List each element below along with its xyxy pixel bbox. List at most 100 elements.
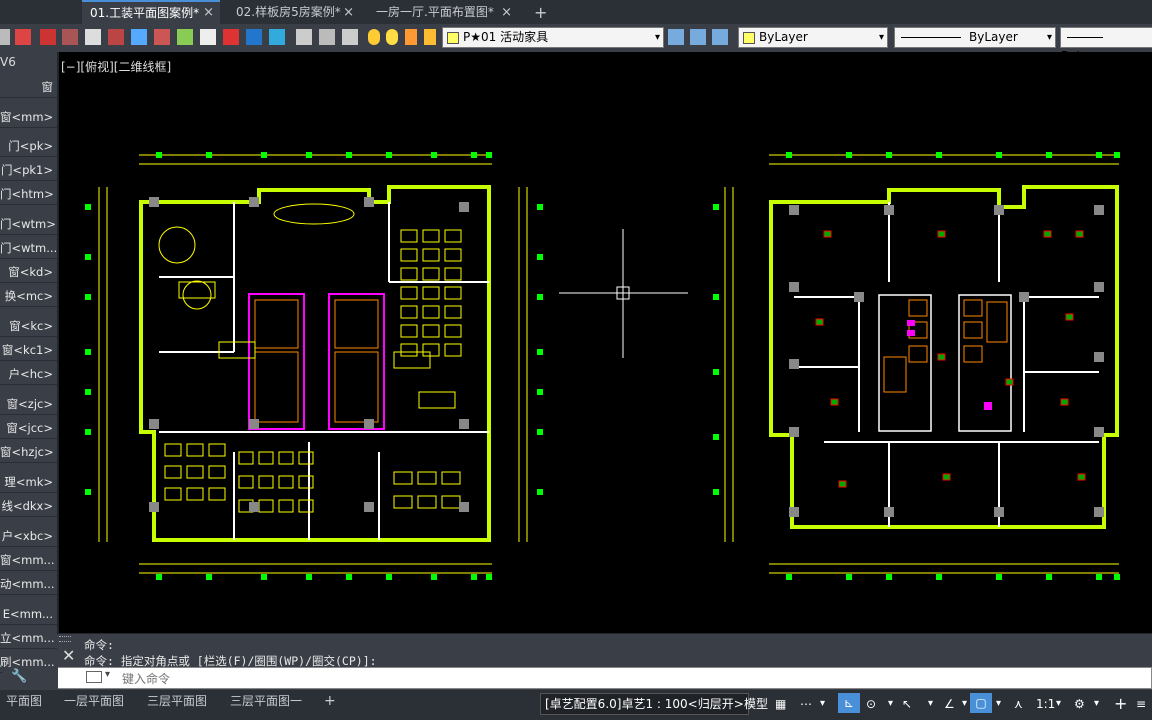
palette-item[interactable]: 门<wtm> [0,213,57,235]
chevron-down-icon: ▾ [1046,32,1052,43]
palette-item[interactable]: 窗<zjc> [0,393,57,415]
tool-icon[interactable] [85,29,101,45]
layer-dropdown[interactable]: P★01 活动家具 ▾ [442,27,664,48]
add-layout-button[interactable]: + [318,690,342,712]
dimension-marker [306,152,312,158]
tool-icon[interactable] [62,29,78,45]
layer-on-icon[interactable] [368,29,380,45]
palette-item[interactable]: 门<wtm... [0,237,57,259]
layout-tab[interactable]: 一层平面图 [58,690,130,712]
tool-icon[interactable] [246,29,262,45]
annotation-scale[interactable]: 1:1 [1036,694,1055,714]
palette-item[interactable]: 立<mm... [0,627,57,649]
fixture-mark [823,230,832,238]
chevron-down-icon[interactable]: ▾ [996,694,1001,714]
tool-icon[interactable] [200,29,216,45]
tab-doc-2[interactable]: 02.样板房5房案例* × [228,2,360,23]
dimension-marker [713,489,719,495]
layer-tool-icon[interactable] [668,29,684,45]
viewport-controls[interactable]: [−][俯视][二维线框] [61,58,171,75]
column [364,197,374,207]
chevron-down-icon[interactable]: ▾ [1056,694,1061,714]
palette-item[interactable]: 窗<jcc> [0,417,57,439]
polar-icon[interactable]: ⊙ [866,694,876,714]
tool-icon[interactable] [177,29,193,45]
palette-item[interactable]: 门<htm> [0,183,57,205]
linetype-dropdown[interactable]: ByLayer ▾ [894,27,1056,48]
tool-icon[interactable] [15,29,31,45]
tab-close-icon[interactable]: × [343,2,354,23]
palette-item[interactable]: 窗<kc> [0,315,57,337]
tab-close-icon[interactable]: × [203,2,214,24]
close-icon[interactable]: ✕ [62,646,75,665]
tool-icon[interactable] [296,29,312,45]
print-icon[interactable] [0,29,10,45]
palette-item[interactable]: 理<mk> [0,471,57,493]
lock-icon[interactable] [424,29,436,45]
chevron-down-icon[interactable]: ▾ [820,694,825,714]
palette-item[interactable]: 窗<hzjc> [0,441,57,463]
tab-doc-1-label: 01.工装平面图案例* [90,6,200,20]
palette-item[interactable]: 窗<mm... [0,549,57,571]
palette-item[interactable]: 窗<kc1> [0,339,57,361]
customize-icon[interactable]: 🔧 [11,669,27,684]
tool-icon[interactable] [342,29,358,45]
ortho-icon[interactable]: ⊾ [838,693,860,713]
palette-item[interactable]: 窗 [0,76,57,98]
lock-icon[interactable] [405,29,417,45]
tool-icon[interactable] [223,29,239,45]
dimension-marker [1096,574,1102,580]
palette-item[interactable]: 户<xbc> [0,525,57,547]
layout-tab[interactable]: 三层平面图一 [224,690,308,712]
palette-item[interactable]: 线<dkx> [0,495,57,517]
angle-icon[interactable]: ∠ [944,694,955,714]
snap-icon[interactable]: ⋯ [800,694,812,714]
layout-tab[interactable]: 平面图 [0,690,48,712]
command-prompt-icon[interactable] [86,671,102,683]
tab-close-icon[interactable]: × [501,2,512,23]
command-input[interactable] [120,670,1024,688]
command-input-box[interactable]: 🔧 ▾ [3,667,1152,689]
chevron-down-icon[interactable]: ▾ [962,694,967,714]
layer-tool-icon[interactable] [712,29,728,45]
chevron-down-icon[interactable]: ▾ [105,669,110,680]
plus-icon[interactable]: + [1114,694,1127,714]
annotation-icon[interactable]: ⋏ [1014,694,1023,714]
layer-tool-icon[interactable] [690,29,706,45]
osnap-icon[interactable]: ↖ [902,694,912,714]
model-space-button[interactable]: 模型 [744,694,768,714]
tool-icon[interactable] [40,29,56,45]
new-tab-button[interactable]: + [528,2,552,23]
dimension-marker [846,574,852,580]
tool-icon[interactable] [131,29,147,45]
tab-doc-3[interactable]: 一房一厅.平面布置图* × [368,2,518,23]
drawing-canvas[interactable] [59,52,1152,632]
freeze-icon[interactable] [386,29,398,45]
palette-item[interactable]: 换<mc> [0,285,57,307]
menu-icon[interactable]: ≡ [1136,694,1146,714]
tool-icon[interactable] [108,29,124,45]
palette-item[interactable]: 门<pk> [0,135,57,157]
layout-tab[interactable]: 三层平面图 [141,690,213,712]
tab-doc-1[interactable]: 01.工装平面图案例* × [82,0,220,24]
tool-icon[interactable] [154,29,170,45]
gear-icon[interactable]: ⚙ [1074,694,1085,714]
palette-item[interactable]: E<mm... [0,603,57,625]
config-status[interactable]: [卓艺配置6.0]卓艺1 : 100<归层开> [540,693,749,715]
palette-item[interactable]: 门<pk1> [0,159,57,181]
selection-cycle-icon[interactable]: ▢ [970,693,992,713]
tool-icon[interactable] [269,29,285,45]
fixture-mark [1043,230,1052,238]
palette-item[interactable]: 窗<mm> [0,106,57,128]
lineweight-dropdown[interactable]: ByLayer [1060,27,1152,63]
palette-item[interactable]: 户<hc> [0,363,57,385]
chevron-down-icon[interactable]: ▾ [888,694,893,714]
grid-icon[interactable]: ▦ [775,694,786,714]
drag-handle-icon[interactable] [59,636,71,642]
color-dropdown[interactable]: ByLayer ▾ [738,27,888,48]
palette-item[interactable]: 窗<kd> [0,261,57,283]
palette-item[interactable]: 动<mm... [0,573,57,595]
tool-icon[interactable] [319,29,335,45]
chevron-down-icon[interactable]: ▾ [928,694,933,714]
chevron-down-icon[interactable]: ▾ [1094,694,1099,714]
